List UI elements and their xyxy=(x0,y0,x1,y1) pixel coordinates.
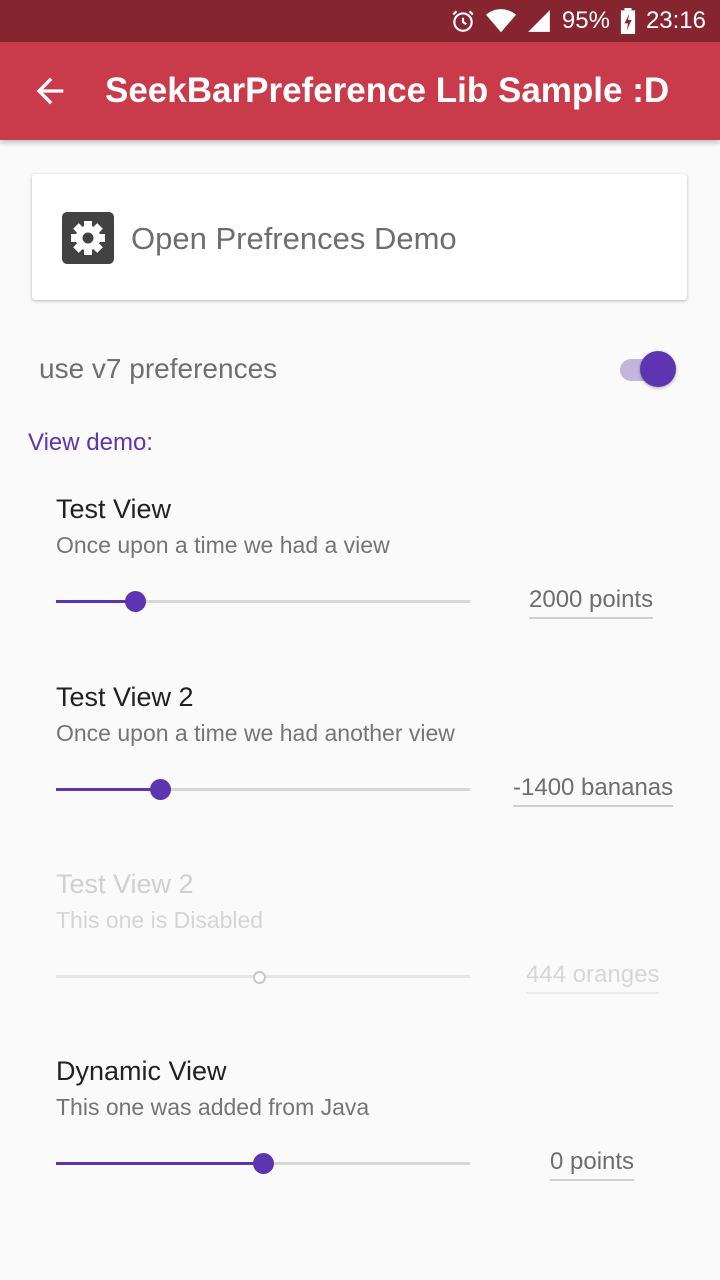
status-bar: 95% 23:16 xyxy=(0,0,720,42)
status-icons: 95% 23:16 xyxy=(450,0,706,42)
pref-summary: This one is Disabled xyxy=(56,907,264,933)
seekbar-thumb[interactable] xyxy=(149,779,171,800)
seekbar-progress xyxy=(56,1162,263,1165)
signal-icon xyxy=(528,10,550,32)
pref-summary: Once upon a time we had another view xyxy=(56,720,455,746)
app-bar: SeekBarPreference Lib Sample :D xyxy=(0,42,720,140)
wifi-icon xyxy=(485,9,516,33)
pref-summary: This one was added from Java xyxy=(56,1094,370,1120)
pref-summary: Once upon a time we had a view xyxy=(56,532,390,558)
open-preferences-demo-button[interactable]: Open Prefrences Demo xyxy=(32,174,687,300)
pref-title: Test View 2 xyxy=(56,869,194,899)
value-field[interactable]: -1400 bananas xyxy=(513,774,674,807)
clock: 23:16 xyxy=(645,7,706,34)
pref-title: Test View xyxy=(56,494,172,524)
seekbar[interactable] xyxy=(56,1152,470,1176)
switch-thumb xyxy=(640,351,676,387)
arrow-back-icon[interactable] xyxy=(30,71,70,111)
use-v7-preferences-row[interactable]: use v7 preferences xyxy=(0,338,720,400)
seekbar-progress xyxy=(56,788,160,791)
seekbar-progress xyxy=(56,600,135,603)
pref-title: Dynamic View xyxy=(56,1056,227,1086)
battery-percent: 95% xyxy=(561,7,610,34)
seekbar[interactable] xyxy=(56,778,470,802)
pref-title: Test View 2 xyxy=(56,682,194,712)
alarm-icon xyxy=(452,10,474,32)
use-v7-preferences-label: use v7 preferences xyxy=(39,353,278,384)
settings-gear-icon xyxy=(62,212,114,264)
battery-charging-icon xyxy=(620,8,636,34)
seekbar-thumb[interactable] xyxy=(253,1153,274,1174)
view-demo-section-title: View demo: xyxy=(28,429,153,456)
value-field[interactable]: 2000 points xyxy=(529,586,654,619)
open-preferences-demo-label: Open Prefrences Demo xyxy=(131,221,457,256)
app-title: SeekBarPreference Lib Sample :D xyxy=(105,71,670,110)
seekbar-thumb xyxy=(252,971,266,984)
value-field[interactable]: 0 points xyxy=(550,1148,635,1181)
seekbar xyxy=(56,965,470,989)
value-field: 444 oranges xyxy=(526,961,660,994)
seekbar-thumb[interactable] xyxy=(124,591,146,612)
use-v7-preferences-switch[interactable] xyxy=(620,350,678,390)
seekbar[interactable] xyxy=(56,590,470,614)
